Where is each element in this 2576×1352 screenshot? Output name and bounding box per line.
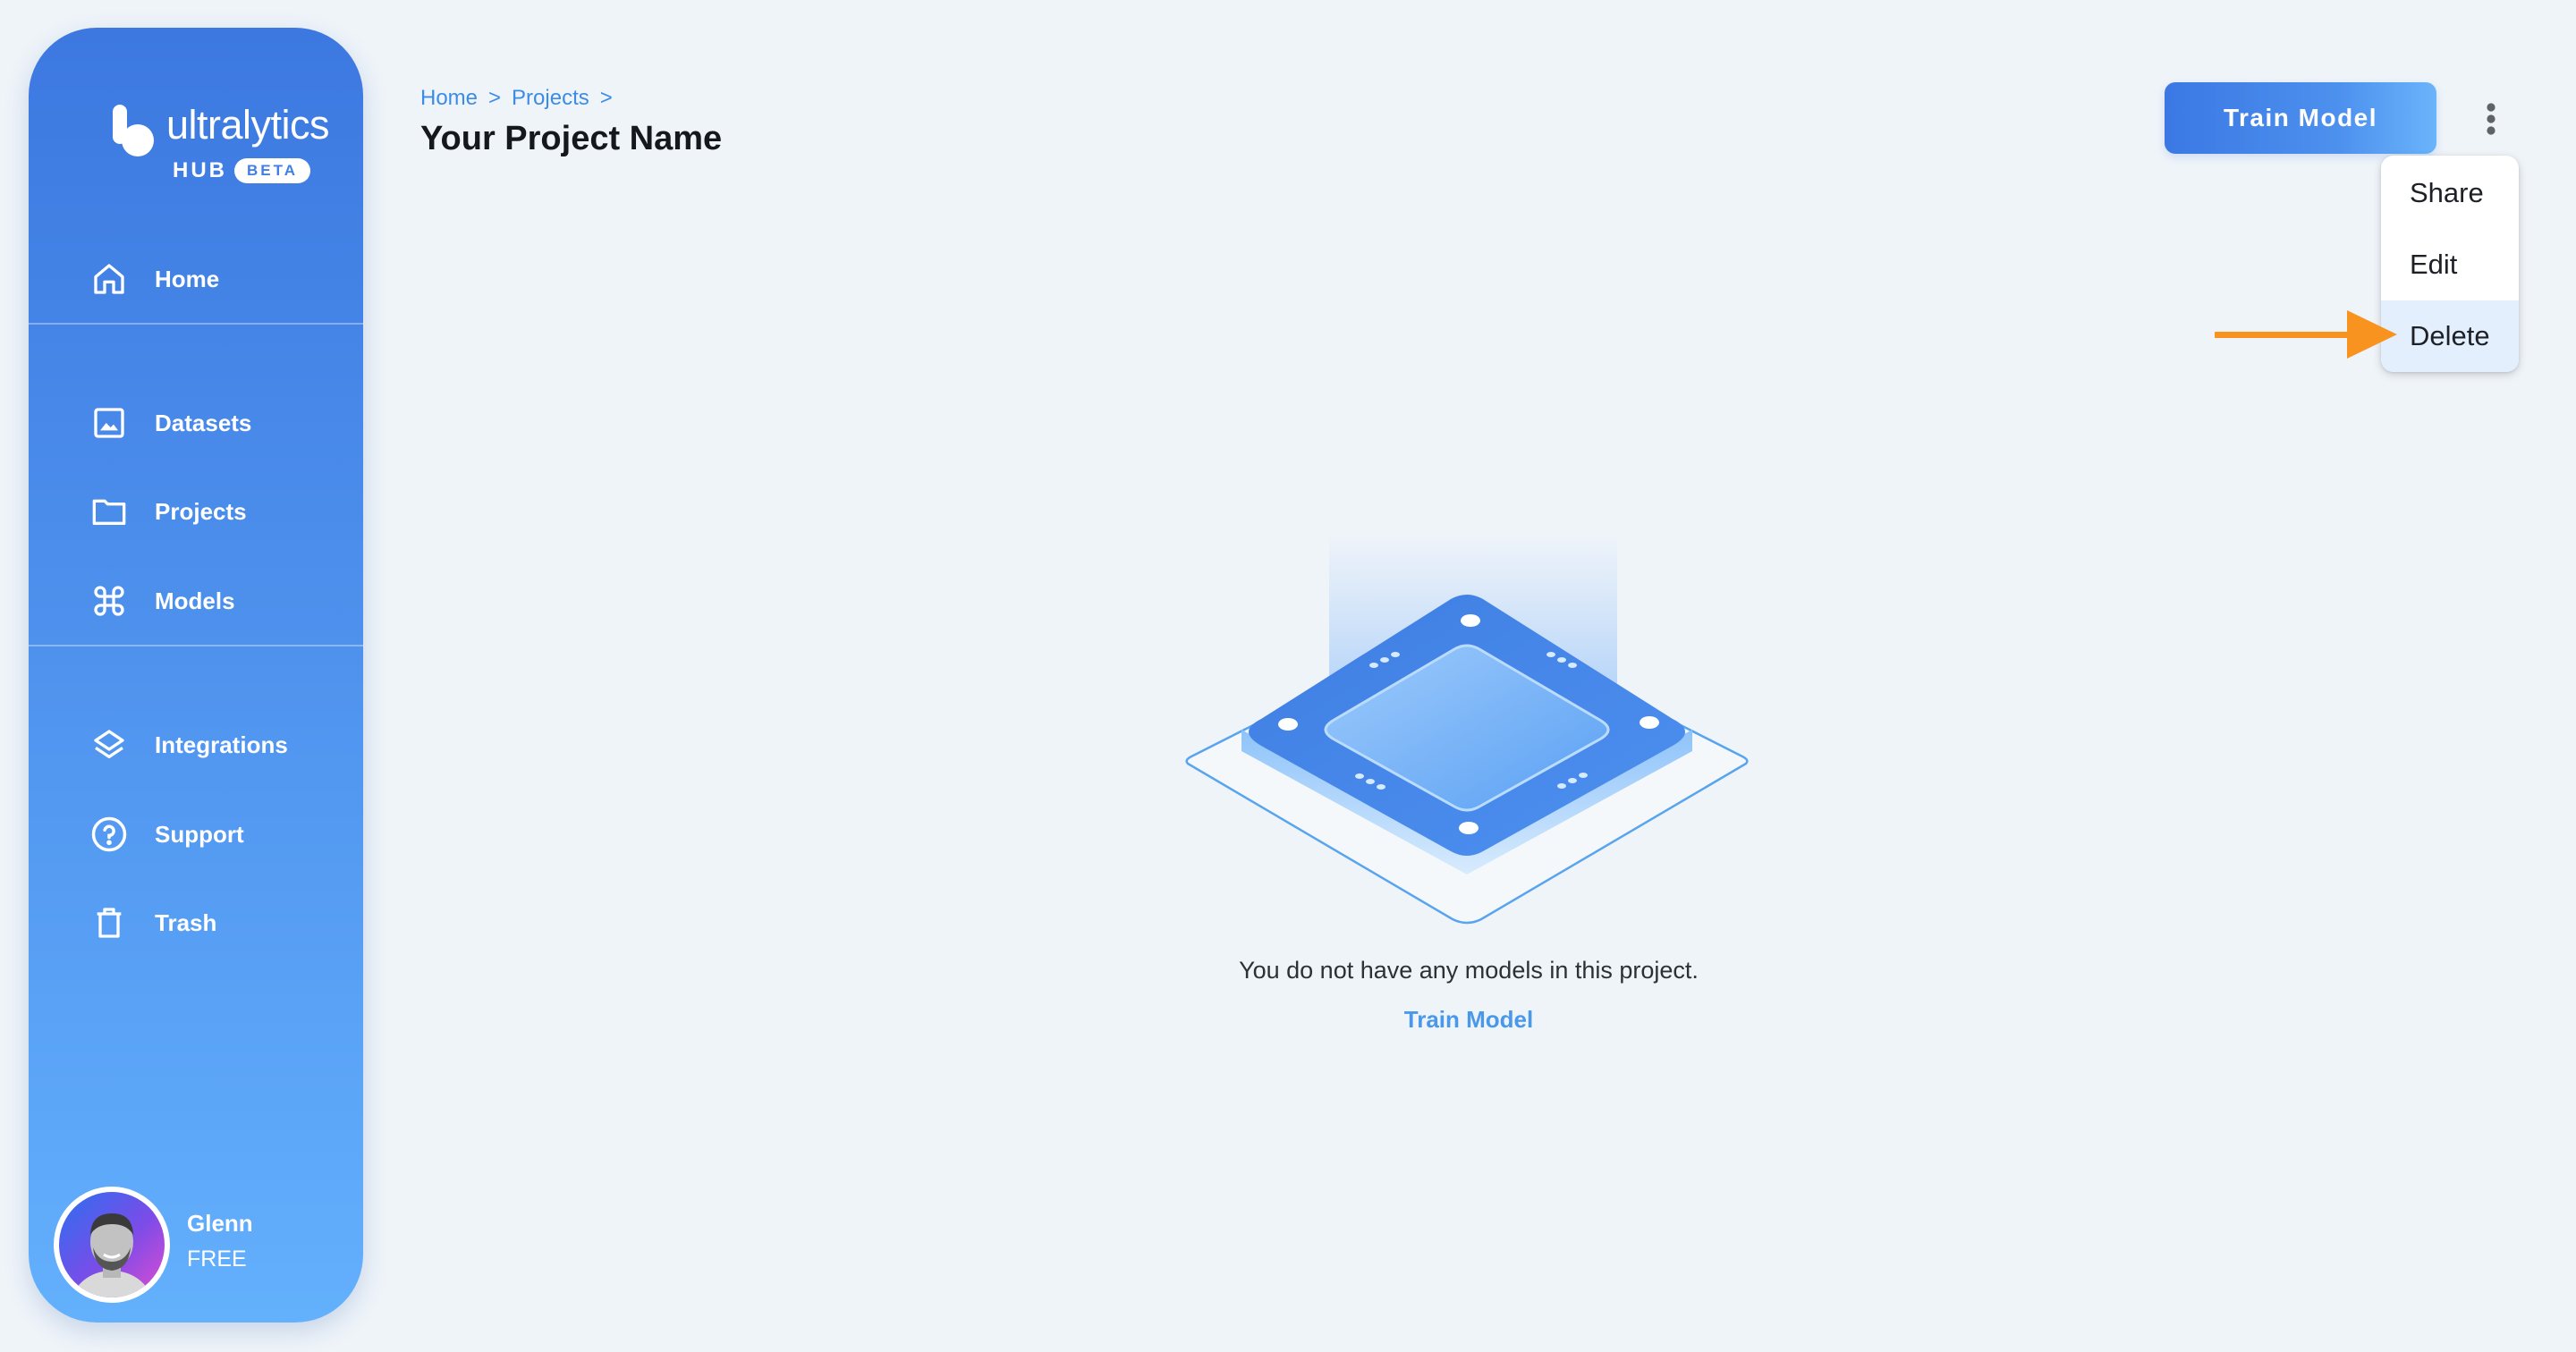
breadcrumb-separator: > xyxy=(488,86,502,110)
sidebar-item-label: Datasets xyxy=(155,409,252,436)
folder-icon xyxy=(89,492,129,531)
user-name: Glenn xyxy=(187,1210,253,1237)
sidebar-item-label: Models xyxy=(155,587,235,614)
sidebar-item-label: Trash xyxy=(155,908,217,936)
annotation-arrow-icon xyxy=(2215,310,2397,359)
sidebar-item-label: Integrations xyxy=(155,731,288,758)
sidebar-item-support[interactable]: Support xyxy=(29,803,363,866)
sidebar-item-home[interactable]: Home xyxy=(29,248,363,310)
breadcrumb-separator: > xyxy=(599,86,613,110)
menu-item-delete[interactable]: Delete xyxy=(2381,300,2519,372)
sidebar-item-projects[interactable]: Projects xyxy=(29,480,363,543)
page-title: Your Project Name xyxy=(420,120,723,157)
layers-icon xyxy=(89,725,129,765)
command-icon xyxy=(89,581,129,621)
breadcrumb-home[interactable]: Home xyxy=(420,86,478,111)
project-options-menu: Share Edit Delete xyxy=(2381,156,2519,372)
empty-models-illustration xyxy=(1185,533,1749,925)
user-profile[interactable]: Glenn FREE xyxy=(54,1187,349,1308)
brand-name: ultralytics xyxy=(166,102,330,148)
avatar[interactable] xyxy=(54,1187,170,1303)
home-icon xyxy=(89,259,129,299)
sidebar-item-trash[interactable]: Trash xyxy=(29,891,363,954)
sidebar-item-integrations[interactable]: Integrations xyxy=(29,714,363,776)
image-icon xyxy=(89,403,129,443)
menu-item-share[interactable]: Share xyxy=(2381,157,2519,229)
sidebar-divider xyxy=(29,645,363,646)
train-model-button[interactable]: Train Model xyxy=(2165,82,2436,154)
help-circle-icon xyxy=(89,815,129,854)
menu-item-edit[interactable]: Edit xyxy=(2381,229,2519,300)
beta-badge: BETA xyxy=(234,158,311,183)
sidebar: ultralytics HUB BETA Home Datasets Proje… xyxy=(29,28,363,1322)
avatar-photo xyxy=(59,1192,165,1297)
empty-state-train-model-link[interactable]: Train Model xyxy=(1404,1006,1533,1034)
trash-icon xyxy=(89,903,129,942)
sidebar-item-label: Projects xyxy=(155,497,247,525)
sidebar-item-models[interactable]: Models xyxy=(29,570,363,632)
sidebar-item-label: Support xyxy=(155,820,244,848)
breadcrumb-projects[interactable]: Projects xyxy=(512,86,589,111)
sidebar-item-label: Home xyxy=(155,265,220,292)
ultralytics-logo-icon xyxy=(113,105,154,156)
more-vertical-icon[interactable] xyxy=(2472,98,2510,139)
ultralytics-hub-logo[interactable]: ultralytics HUB BETA xyxy=(82,78,330,194)
sidebar-item-datasets[interactable]: Datasets xyxy=(29,392,363,454)
empty-state-message: You do not have any models in this proje… xyxy=(1239,957,1699,984)
brand-product: HUB xyxy=(173,158,227,182)
sidebar-divider xyxy=(29,323,363,325)
breadcrumb: Home > Projects > xyxy=(420,86,613,111)
user-plan: FREE xyxy=(187,1246,247,1272)
